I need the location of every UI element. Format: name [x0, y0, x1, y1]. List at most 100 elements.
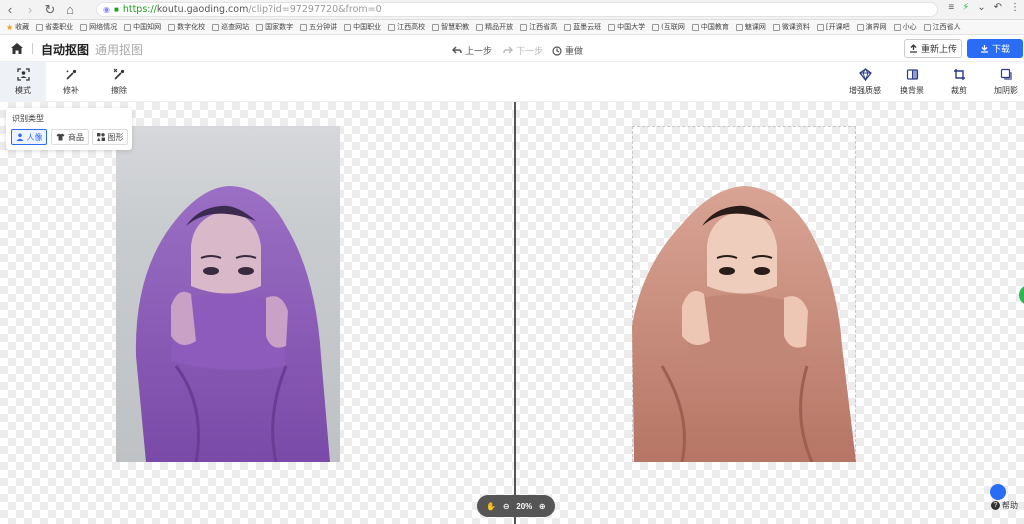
tab-auto-cutout[interactable]: 自动抠图	[41, 41, 89, 58]
bookmark-item[interactable]: 演界网	[856, 22, 887, 32]
portrait-cutout-image	[632, 186, 856, 463]
compare-split-line[interactable]	[514, 102, 516, 524]
person-icon	[16, 133, 23, 141]
bookmark-item[interactable]: 江西省高	[520, 22, 557, 32]
bookmark-item[interactable]: 智慧职教	[432, 22, 469, 32]
tool-add-shadow[interactable]: 加阴影	[983, 62, 1024, 102]
redo-icon	[503, 46, 513, 54]
bookmark-item[interactable]: (互联网	[652, 22, 685, 32]
crop-icon	[953, 69, 965, 80]
bookmark-item[interactable]: 中国大学	[608, 22, 645, 32]
bookmark-item[interactable]: 国家数字	[256, 22, 293, 32]
page-icon	[212, 23, 220, 31]
bookmark-item[interactable]: 精品开放	[476, 22, 513, 32]
bookmark-item[interactable]: [开课吧	[816, 22, 850, 32]
page-icon	[476, 23, 484, 31]
bookmark-item[interactable]: 江西省人	[923, 22, 961, 32]
menu-icon[interactable]: ≡	[948, 2, 954, 13]
tshirt-icon	[56, 133, 65, 141]
home-browser-icon[interactable]: ⌂	[60, 0, 80, 20]
zoom-in-icon[interactable]: ⊕	[539, 502, 546, 511]
mode-icon	[16, 68, 30, 81]
undo-button[interactable]: 上一步	[452, 44, 492, 57]
download-icon	[980, 45, 988, 53]
address-bar[interactable]: ◉ ■ https://koutu.gaoding.com/clip?id=97…	[96, 2, 938, 17]
help-button[interactable]: ? 帮助	[991, 500, 1018, 511]
home-icon[interactable]	[10, 42, 24, 55]
bookmarks-bar: ★ 收藏 省委职业 网络情况 中国知网 数字化校 巡查网站 国家数字 五分钟讲 中国职业 江西高校智…	[0, 20, 1024, 35]
shield-icon: ◉	[103, 5, 110, 14]
chat-bubble-icon[interactable]	[990, 484, 1006, 500]
tool-row: 模式 修补 擦除 增强质感 换背景 裁剪 加阴影	[0, 62, 1024, 102]
bookmark-item[interactable]: 中国知网	[124, 22, 161, 32]
back-icon[interactable]: ‹	[0, 0, 20, 20]
reload-icon[interactable]: ↻	[40, 0, 60, 20]
download-button[interactable]: 下载	[967, 39, 1023, 58]
page-icon	[856, 23, 864, 31]
zoom-value: 20%	[516, 501, 533, 511]
tool-change-background[interactable]: 换背景	[889, 62, 935, 102]
bookmark-item[interactable]: 巡查网站	[212, 22, 249, 32]
star-icon: ★	[6, 22, 14, 32]
graphic-icon	[96, 133, 105, 141]
bookmark-item[interactable]: ★ 收藏	[6, 22, 29, 32]
erase-icon	[113, 68, 124, 80]
bookmark-item[interactable]: 网络情况	[80, 22, 117, 32]
page-icon	[300, 23, 308, 31]
page-icon	[893, 23, 901, 31]
forward-icon[interactable]: ›	[20, 0, 40, 20]
reset-button[interactable]: 重做	[552, 44, 583, 57]
tab-general-cutout[interactable]: 通用抠图	[95, 41, 143, 58]
browser-toolbar: ‹ › ↻ ⌂ ◉ ■ https://koutu.gaoding.com/cl…	[0, 0, 1024, 20]
page-icon	[564, 23, 572, 31]
page-icon	[344, 23, 352, 31]
bookmark-item[interactable]: 中国教育	[691, 22, 729, 32]
tool-enhance[interactable]: 增强质感	[842, 62, 888, 102]
more-icon[interactable]: ⋮	[1010, 2, 1020, 13]
bookmark-item[interactable]: 数字化校	[168, 22, 205, 32]
page-icon	[168, 23, 176, 31]
reupload-button[interactable]: 重新上传	[904, 39, 962, 58]
page-icon	[256, 23, 264, 31]
bookmark-item[interactable]: 魅课网	[735, 22, 766, 32]
original-photo	[116, 126, 340, 462]
lightning-icon[interactable]: ⚡	[962, 2, 969, 13]
type-option-portrait[interactable]: 人像	[11, 129, 47, 145]
redo-button[interactable]: 下一步	[503, 44, 543, 57]
portrait-original-image	[135, 186, 330, 462]
tool-crop[interactable]: 裁剪	[936, 62, 982, 102]
page-icon	[772, 23, 780, 31]
page-icon	[520, 23, 528, 31]
page-icon	[124, 23, 132, 31]
cutout-photo	[632, 126, 856, 463]
page-icon	[388, 23, 396, 31]
zoom-out-icon[interactable]: ⊖	[503, 502, 510, 511]
bookmark-item[interactable]: 江西高校	[388, 22, 425, 32]
recognition-type-panel: 识别类型 人像 商品 图形	[6, 108, 132, 150]
lock-icon: ■	[113, 5, 119, 14]
page-icon	[735, 23, 743, 31]
bookmark-item[interactable]: 小心	[893, 22, 917, 32]
type-option-graphic[interactable]: 图形	[92, 129, 128, 145]
undo-browser-icon[interactable]: ↶	[994, 2, 1002, 13]
bookmark-item[interactable]: 省委职业	[36, 22, 73, 32]
zoom-controls: ✋ ⊖ 20% ⊕	[477, 495, 555, 517]
bookmark-item[interactable]: 蓝墨云班	[564, 22, 601, 32]
enhance-icon	[858, 68, 872, 81]
tool-mode[interactable]: 模式	[0, 62, 46, 102]
tool-repair[interactable]: 修补	[48, 62, 94, 102]
question-icon: ?	[991, 501, 1000, 510]
upload-icon	[909, 44, 917, 53]
bookmark-item[interactable]: 微课资料	[772, 22, 810, 32]
type-option-product[interactable]: 商品	[51, 129, 89, 145]
history-icon	[552, 45, 562, 56]
chevron-down-icon[interactable]: ⌄	[977, 2, 985, 13]
undo-icon	[452, 46, 462, 54]
bookmark-item[interactable]: 五分钟讲	[300, 22, 337, 32]
recognition-type-title: 识别类型	[12, 114, 44, 123]
page-icon	[816, 23, 824, 31]
bookmark-item[interactable]: 中国职业	[344, 22, 381, 32]
background-icon	[906, 69, 918, 80]
tool-erase[interactable]: 擦除	[96, 62, 142, 102]
hand-icon[interactable]: ✋	[486, 502, 496, 511]
